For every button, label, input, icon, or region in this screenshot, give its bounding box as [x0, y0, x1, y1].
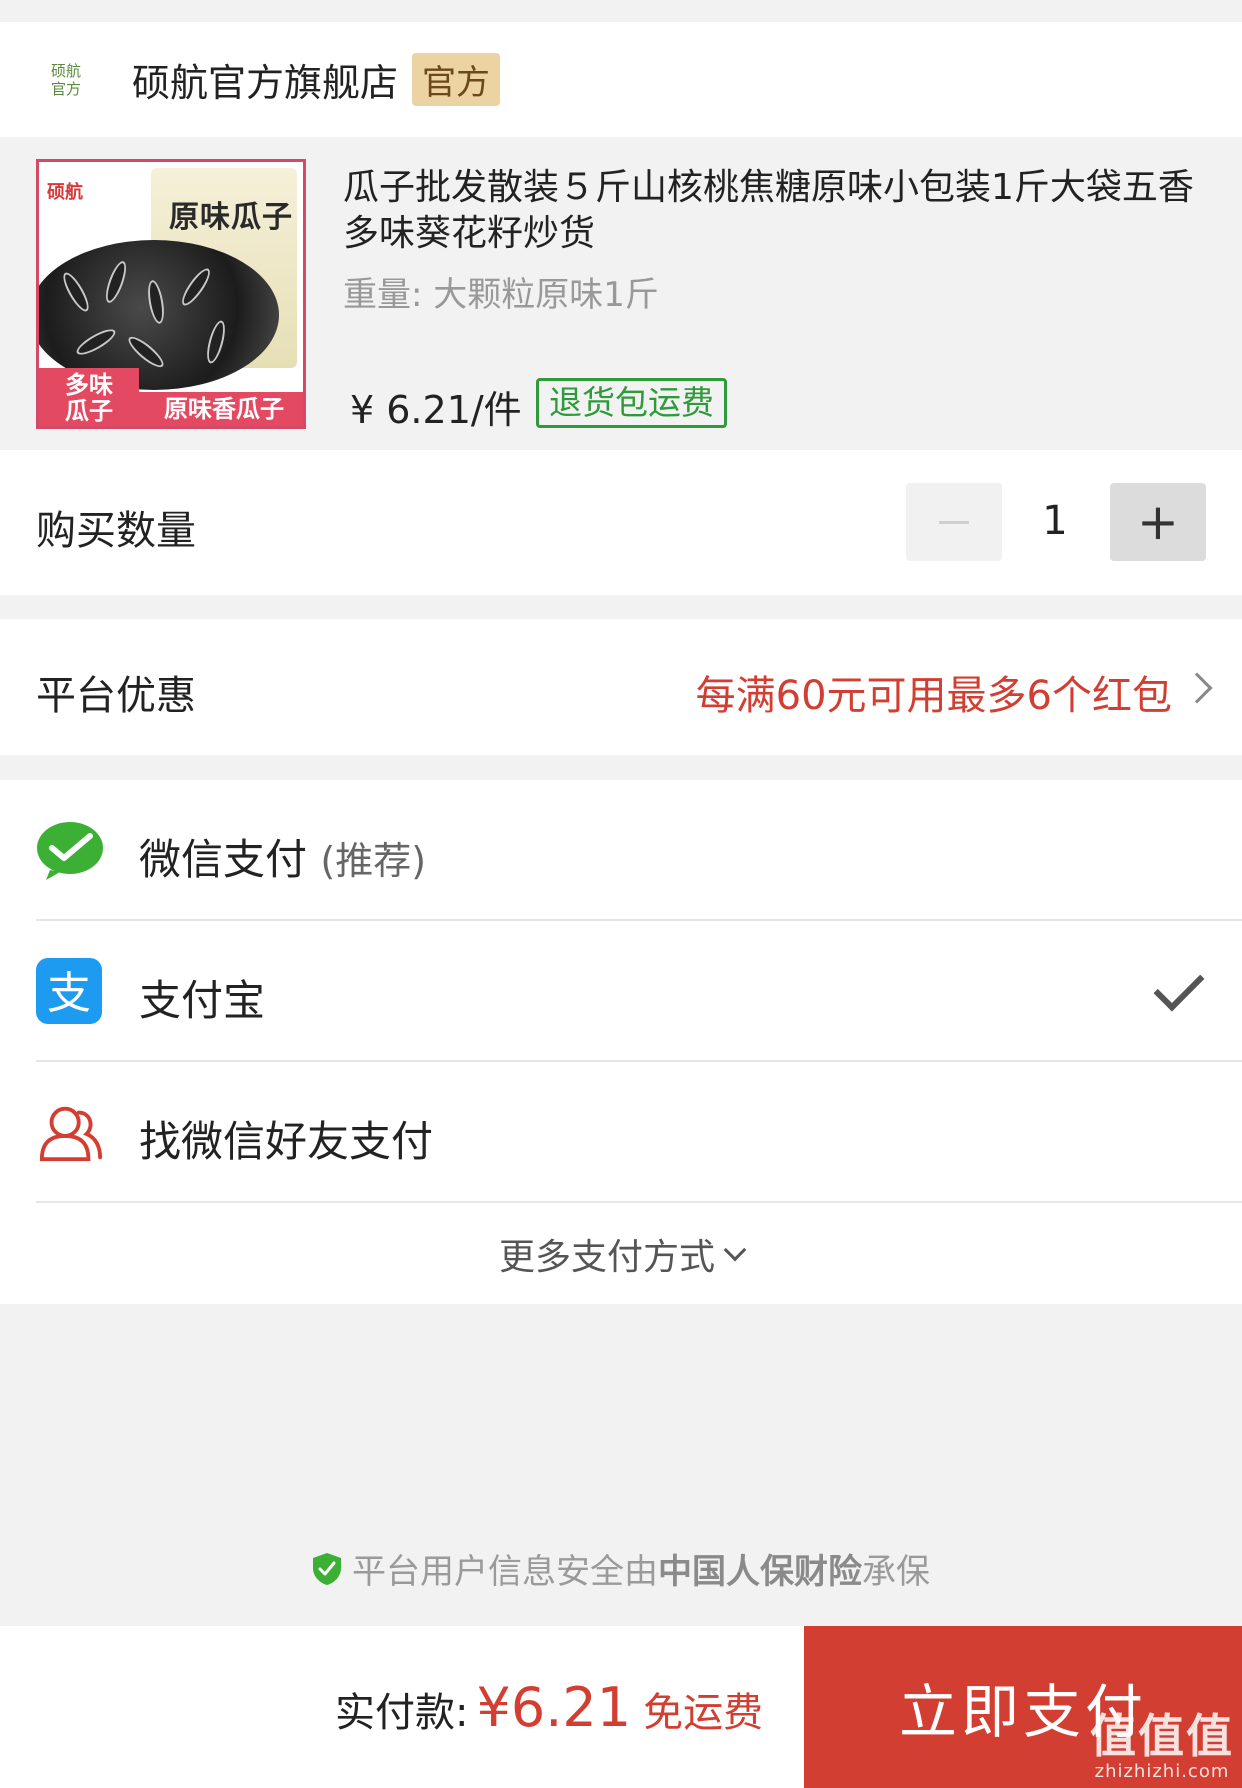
svg-text:支: 支: [47, 968, 91, 1019]
product-image-bag-title: 原味瓜子: [169, 200, 293, 235]
product-price: ¥ 6.21/件: [350, 388, 522, 432]
tag-left-line1: 多味: [65, 371, 113, 399]
watermark-text: 值值值: [1090, 1709, 1234, 1763]
check-icon: [1153, 960, 1205, 1012]
security-note: 平台用户信息安全由 中国人保财险 承保: [0, 1544, 1242, 1593]
payment-option-friend[interactable]: 找微信好友支付: [0, 1062, 1242, 1203]
security-prefix: 平台用户信息安全由: [352, 1552, 658, 1592]
security-suffix: 承保: [862, 1552, 930, 1592]
return-shipping-badge: 退货包运费: [536, 378, 727, 428]
platform-discount-row[interactable]: 平台优惠 每满60元可用最多6个红包: [0, 619, 1242, 755]
payment-option-alipay[interactable]: 支 支付宝: [0, 921, 1242, 1062]
watermark-url: zhizhizhi.com: [1094, 1761, 1230, 1782]
product-image-tag-left: 多味 瓜子: [39, 368, 139, 426]
product-spec: 重量: 大颗粒原味1斤: [343, 275, 659, 315]
official-badge: 官方: [412, 53, 501, 106]
checkout-bar: 实付款: ¥6.21 免运费 立即支付 值值值 zhizhizhi.com: [0, 1626, 1242, 1788]
quantity-increase-button[interactable]: +: [1110, 483, 1206, 561]
product-thumbnail[interactable]: 硕航 原味瓜子 多味 瓜子 原味香瓜子: [36, 159, 306, 429]
payment-amount: 实付款: ¥6.21 免运费: [335, 1676, 763, 1739]
amount-label: 实付款:: [335, 1690, 469, 1736]
more-payment-methods-label: 更多支付方式: [498, 1236, 715, 1278]
payment-option-label: 微信支付 (推荐): [139, 826, 426, 887]
payment-methods: 微信支付 (推荐) 支 支付宝 找微信好友支付 更多支付方式: [0, 780, 1242, 1304]
store-name[interactable]: 硕航官方旗舰店: [132, 52, 398, 107]
quantity-value[interactable]: 1: [1002, 483, 1108, 561]
shield-icon: [313, 1552, 341, 1585]
store-header[interactable]: 硕航 官方 硕航官方旗舰店 官方: [0, 22, 1242, 137]
store-logo-line1: 硕航: [50, 61, 81, 80]
product-image-tag-right: 原味香瓜子: [139, 392, 303, 426]
product-row[interactable]: 硕航 原味瓜子 多味 瓜子 原味香瓜子 瓜子批发散装５斤山核桃焦糖原味小包装1斤…: [0, 137, 1242, 450]
recommended-label: (推荐): [320, 839, 427, 883]
tag-left-line2: 瓜子: [65, 397, 113, 425]
friend-pay-label: 找微信好友支付: [139, 1117, 434, 1166]
free-shipping-label: 免运费: [643, 1690, 764, 1736]
friend-pay-icon: [39, 1106, 103, 1162]
quantity-decrease-button[interactable]: [906, 483, 1002, 561]
more-payment-methods-button[interactable]: 更多支付方式: [0, 1203, 1242, 1304]
platform-discount-label: 平台优惠: [36, 673, 196, 719]
watermark: 值值值 zhizhizhi.com: [1090, 1711, 1234, 1782]
store-logo-line2: 官方: [50, 79, 81, 98]
platform-discount-value: 每满60元可用最多6个红包: [695, 673, 1172, 719]
quantity-section: 购买数量 1 +: [0, 450, 1242, 595]
alipay-label: 支付宝: [139, 976, 266, 1025]
store-logo: 硕航 官方: [36, 62, 96, 98]
product-image-brand: 硕航: [47, 182, 83, 203]
amount-value: ¥6.21: [476, 1676, 632, 1739]
chevron-right-icon: [1181, 672, 1213, 704]
quantity-label: 购买数量: [36, 508, 196, 554]
chevron-down-icon: [723, 1238, 747, 1261]
wechat-pay-icon: [37, 822, 103, 880]
alipay-icon: 支: [36, 958, 102, 1024]
wechat-pay-label: 微信支付: [139, 835, 308, 884]
minus-icon: [939, 520, 969, 524]
insurer-name: 中国人保财险: [658, 1552, 862, 1592]
product-title: 瓜子批发散装５斤山核桃焦糖原味小包装1斤大袋五香多味葵花籽炒货: [343, 167, 1194, 254]
payment-option-wechat[interactable]: 微信支付 (推荐): [0, 780, 1242, 921]
